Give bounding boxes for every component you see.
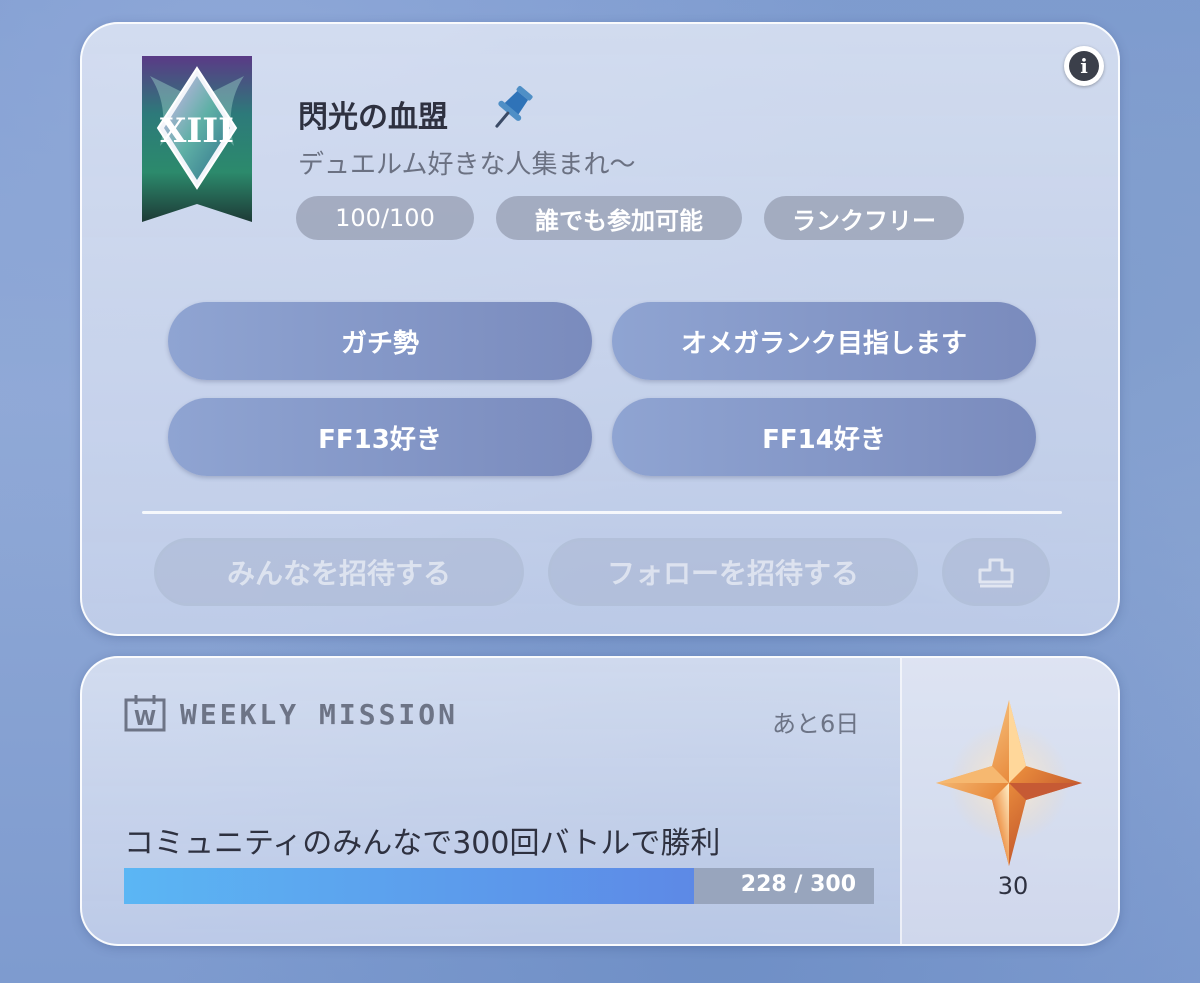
invite-all-button[interactable]: みんなを招待する [154, 538, 524, 606]
reward-count: 30 [997, 872, 1029, 900]
rank-badge: ランクフリー [764, 196, 964, 240]
calendar-w-icon: W [124, 695, 166, 732]
community-description: デュエルム好きな人集まれ〜 [298, 150, 636, 180]
mission-progress-bar: 228 / 300 [124, 868, 874, 904]
reward-panel: 30 [900, 658, 1118, 944]
share-button[interactable] [942, 538, 1050, 606]
weekly-mission-card[interactable]: W WEEKLY MISSION あと6日 コミュニティのみんなで300回バトル… [80, 656, 1120, 946]
time-remaining: あと6日 [772, 710, 860, 738]
progress-fill [124, 868, 694, 904]
member-count-badge: 100/100 [296, 196, 474, 240]
svg-text:W: W [134, 706, 156, 730]
pin-icon[interactable] [486, 80, 540, 134]
mission-description: コミュニティのみんなで300回バトルで勝利 [124, 826, 721, 861]
community-card: i XIII 閃光の血盟 デュエルム好きな人集まれ〜 100/100 誰でも参加… [80, 22, 1120, 636]
keyword-tag: オメガランク目指します [612, 302, 1036, 380]
divider [142, 511, 1062, 514]
emblem-numeral: XIII [160, 111, 234, 151]
keyword-tag: ガチ勢 [168, 302, 592, 380]
share-icon [978, 558, 1014, 588]
emblem-icon: XIII [142, 56, 252, 222]
info-button[interactable]: i [1064, 46, 1104, 86]
crystal-star-icon [936, 700, 1082, 866]
keyword-tag: FF14好き [612, 398, 1036, 476]
community-title: 閃光の血盟 [298, 100, 448, 135]
weekly-mission-label: WEEKLY MISSION [180, 698, 459, 731]
keyword-tag: FF13好き [168, 398, 592, 476]
progress-text: 228 / 300 [740, 872, 856, 897]
info-icon: i [1069, 51, 1099, 81]
join-policy-badge: 誰でも参加可能 [496, 196, 742, 240]
mission-info: W WEEKLY MISSION あと6日 コミュニティのみんなで300回バトル… [82, 658, 900, 944]
invite-follow-button[interactable]: フォローを招待する [548, 538, 918, 606]
